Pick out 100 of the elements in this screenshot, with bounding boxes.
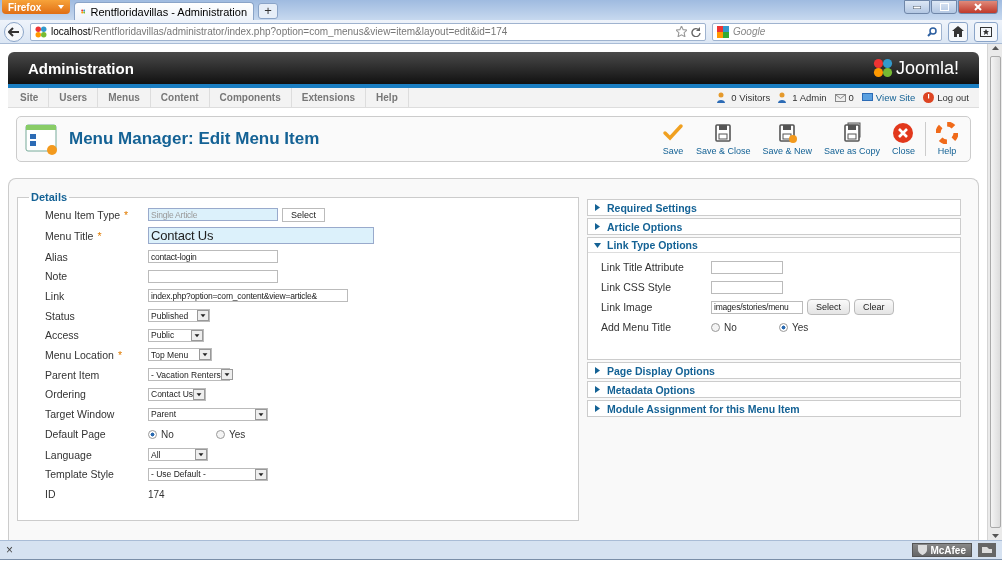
field-label: Add Menu Title [601,320,673,335]
radio-label: No [724,321,737,333]
field-label: Ordering [45,387,87,403]
admin-title: Administration [28,59,134,77]
menu-item[interactable]: Extensions [291,88,367,107]
field-label: Status [45,308,76,324]
menu-item[interactable]: Menus [98,88,151,107]
radio-button[interactable] [148,429,157,439]
header-link[interactable]: Log out [937,92,969,103]
toolbar-button[interactable]: Help [925,122,964,156]
minimize-button[interactable] [904,0,930,14]
caret-down-icon [193,388,206,400]
status-count: 0 Visitors [731,92,771,103]
maximize-button[interactable] [931,0,957,14]
field-label: Access [45,328,80,344]
search-engine-icon [717,25,729,38]
dropdown[interactable]: Parent [148,407,268,421]
input-field[interactable]: contact-login [148,250,278,264]
dropdown[interactable]: Published [148,309,210,323]
floppy-disk-plus-icon [776,122,799,144]
url-text: localhost/Rentfloridavillas/administrator/index.php?option=com_menus&view=item&layout=edit&id=174 [51,26,509,37]
lifebuoy-icon [936,122,958,144]
toolbar-button[interactable]: Save & Close [689,122,757,156]
caret-down-icon [255,468,267,480]
toolbar-button[interactable]: Save & New [756,122,818,156]
field-label: Note [45,269,69,285]
menu-item[interactable]: Components [209,88,292,107]
scrollbar[interactable] [987,44,1002,540]
radio-button[interactable] [711,322,720,332]
browser-tab[interactable]: Rentfloridavillas - Administration [74,2,254,20]
dropdown[interactable]: Top Menu [148,348,212,362]
dropdown[interactable]: Public [148,328,204,342]
menu-item[interactable]: Help [366,88,409,107]
field-label: Link Image [601,300,654,315]
caret-down-icon [255,408,267,420]
field-label: Target Window [45,407,116,423]
field-label: Link [45,288,66,304]
site-icon [35,25,47,38]
input-field[interactable]: index.php?option=com_content&view=article& [148,289,348,303]
field-label: Menu Location * [45,347,123,363]
back-arrow-icon [8,26,20,37]
address-bar[interactable]: localhost/Rentfloridavillas/administrator/index.php?option=com_menus&view=item&layout=edit&id=174 [30,22,706,41]
addon-icon[interactable] [978,543,996,557]
input-field[interactable]: Contact Us [148,227,374,245]
tab-title: Rentfloridavillas - Administration [90,5,247,18]
caret-down-icon [195,449,207,461]
clear-button[interactable]: Clear [854,299,894,315]
input-field[interactable] [711,260,783,274]
minimize-icon [913,5,921,9]
input-field[interactable] [711,280,783,294]
star-icon[interactable] [676,26,687,37]
search-icon[interactable] [927,26,937,37]
back-button[interactable] [4,21,24,42]
panel-title[interactable]: Metadata Options [607,383,696,396]
menu-item[interactable]: Content [150,88,210,107]
new-tab-button[interactable]: + [258,3,278,19]
input-field[interactable]: images/stories/menu [711,300,803,314]
select-button[interactable]: Select [282,207,325,222]
panel-title[interactable]: Required Settings [607,201,697,214]
header-link[interactable]: View Site [875,92,916,103]
dropdown[interactable]: - Vacation Renters [148,368,230,382]
field-label: Language [45,447,93,463]
dropdown[interactable]: - Use Default - [148,467,268,481]
field-label: Link CSS Style [601,280,673,295]
status-count: 0 [848,92,854,103]
menu-item[interactable]: Users [49,88,99,107]
close-button[interactable]: × [6,543,13,557]
page-title: Menu Manager: Edit Menu Item [69,129,321,149]
reload-icon[interactable] [691,26,701,37]
dropdown[interactable]: Contact Us [148,387,206,401]
toolbar-button[interactable]: Save as Copy [817,122,886,156]
bookmarks-button[interactable] [974,21,998,42]
panel-title[interactable]: Article Options [607,220,683,233]
home-button[interactable] [948,21,968,42]
search-placeholder: Google [733,26,767,37]
search-field[interactable]: Google [712,22,942,41]
close-icon [974,3,982,11]
radio-label: No [161,428,174,440]
field-label: Template Style [45,467,115,483]
panel-title[interactable]: Module Assignment for this Menu Item [607,402,800,415]
id-value: 174 [148,488,165,500]
radio-label: Yes [229,428,246,440]
restore-icon [939,3,949,11]
monitor-icon [861,92,873,103]
close-window-button[interactable] [958,0,998,14]
toolbar-button[interactable]: Save [655,122,690,156]
menu-item[interactable]: Site [10,88,50,107]
radio-button[interactable] [779,322,788,332]
details-legend: Details [31,191,68,203]
scroll-down-icon [991,534,999,538]
field-label: Default Page [45,427,107,443]
toolbar-button[interactable]: Close [886,122,921,156]
panel-title[interactable]: Link Type Options [607,239,698,251]
mcafee-badge[interactable]: McAfee [912,543,972,557]
input-field[interactable] [148,269,278,283]
panel-title[interactable]: Page Display Options [607,364,715,377]
flower-logo-icon [872,58,893,78]
radio-button[interactable] [216,429,225,439]
dropdown[interactable]: All [148,448,208,462]
select-button[interactable]: Select [807,299,850,315]
